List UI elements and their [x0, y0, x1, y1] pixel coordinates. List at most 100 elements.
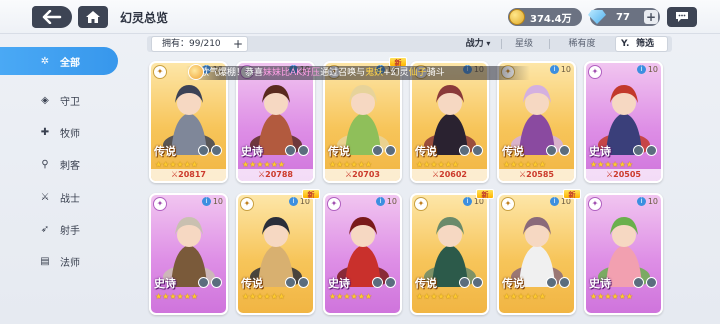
back-button[interactable] — [32, 6, 72, 28]
element-icon: ✦ — [240, 197, 254, 211]
star-rating: ★★★★★★ — [416, 160, 460, 169]
book-icon: ▤ — [40, 255, 50, 267]
marquee-tail: 骑斗 — [426, 68, 445, 78]
sort-power-tab[interactable]: 战力 — [463, 37, 493, 51]
star-rating: ★★★★★★ — [503, 292, 547, 301]
hero-card[interactable]: ✦ i 10 传说 ★★★★★★ — [236, 193, 315, 315]
skill-icon — [633, 277, 644, 288]
skill-icons — [633, 145, 657, 156]
marquee-player: 妹妹比AK好压 — [263, 68, 321, 78]
gold-counter[interactable]: 374.4万 — [508, 8, 582, 26]
element-icon: ✦ — [588, 65, 602, 79]
power-value: ⚔20703 — [325, 169, 400, 181]
skill-icon — [372, 277, 383, 288]
skill-icon — [298, 145, 309, 156]
sort-rarity-tab[interactable]: 稀有度 — [565, 37, 599, 51]
sidebar-item[interactable]: ✚ 牧师 — [0, 118, 118, 146]
skill-icons — [633, 277, 657, 288]
power-number: 20788 — [265, 170, 293, 179]
divider — [501, 39, 502, 49]
skill-icon — [459, 145, 470, 156]
bow-icon: ➶ — [40, 223, 50, 235]
skill-icon — [546, 277, 557, 288]
divider — [549, 39, 550, 49]
skill-icon — [298, 277, 309, 288]
power-number: 20817 — [178, 170, 206, 179]
marquee-hero: 仙子 — [408, 68, 427, 78]
power-value: ⚔20602 — [412, 169, 487, 181]
skill-icon — [372, 145, 383, 156]
power-value: ⚔20788 — [238, 169, 313, 181]
level-text: 10 — [212, 197, 223, 206]
gold-amount: 374.4万 — [530, 13, 572, 25]
power-number: 20602 — [439, 170, 467, 179]
sidebar-item[interactable]: ➶ 射手 — [0, 215, 118, 243]
level-badge: i10 — [549, 65, 571, 74]
star-rating: ★★★★★★ — [329, 292, 373, 301]
skill-icon — [385, 145, 396, 156]
sidebar-item-label: 守卫 — [60, 96, 80, 108]
rarity-label: 传说 — [328, 145, 350, 158]
sort-star-tab[interactable]: 星级 — [512, 37, 536, 51]
power-value: ⚔20585 — [499, 169, 574, 181]
power-value: ⚔20817 — [151, 169, 226, 181]
owned-count: 拥有：99/210 + — [151, 36, 248, 52]
power-number: 20505 — [613, 170, 641, 179]
home-button[interactable] — [78, 6, 108, 28]
rarity-label: 传说 — [241, 277, 263, 290]
marquee-prefix: 欧气爆棚！恭喜 — [200, 68, 264, 78]
power-number: 20585 — [526, 170, 554, 179]
power-value: ⚔20505 — [586, 169, 661, 181]
back-arrow-icon — [42, 10, 62, 24]
hero-card[interactable]: ✦ i 10 传说 ★★★★★★ — [497, 193, 576, 315]
level-badge: i10 — [636, 65, 658, 74]
filter-button[interactable]: Y. 筛选 — [615, 36, 668, 52]
element-icon: ✦ — [501, 197, 515, 211]
hero-card[interactable]: ✦ i 10 史诗 ★★★★★★ — [584, 193, 663, 315]
gem-icon — [588, 10, 606, 24]
hero-card[interactable]: ✦ i 10 史诗 ★★★★★★ — [323, 193, 402, 315]
rarity-label: 传说 — [502, 145, 524, 158]
new-badge: 新 — [476, 189, 494, 199]
hero-card[interactable]: ✦ i 10 传说 ★★★★★★ — [410, 193, 489, 315]
skill-icons — [459, 145, 483, 156]
sidebar-item[interactable]: ▤ 法师 — [0, 247, 118, 275]
chat-button[interactable] — [667, 7, 697, 27]
skill-icon — [285, 145, 296, 156]
gold-coin-icon — [509, 9, 525, 25]
add-gems-button[interactable]: + — [644, 10, 658, 24]
rarity-label: 传说 — [502, 277, 524, 290]
new-badge: 新 — [302, 189, 320, 199]
expand-capacity-button[interactable]: + — [233, 37, 243, 51]
skill-icon — [646, 277, 657, 288]
element-icon: ✦ — [327, 197, 341, 211]
hero-card[interactable]: ✦ i 10 史诗 ★★★★★★ ⚔20505 — [584, 61, 663, 183]
sidebar-item[interactable]: ◈ 守卫 — [0, 86, 118, 114]
info-icon: i — [549, 197, 559, 206]
sidebar-item[interactable]: ⚲ 刺客 — [0, 150, 118, 178]
skill-icon — [198, 145, 209, 156]
element-icon: ✦ — [153, 65, 167, 79]
marquee-middle: 通过召唤与 — [320, 68, 366, 78]
sidebar-item-label: 战士 — [60, 193, 80, 205]
star-rating: ★★★★★★ — [155, 160, 199, 169]
skill-icon — [211, 277, 222, 288]
rarity-label: 传说 — [154, 145, 176, 158]
element-icon: ✦ — [153, 197, 167, 211]
sidebar-item[interactable]: ✲ 全部 — [0, 47, 118, 75]
hero-card[interactable]: ✦ i 10 史诗 ★★★★★★ — [149, 193, 228, 315]
gem-counter[interactable]: 77 + — [588, 8, 660, 26]
element-icon: ✦ — [414, 197, 428, 211]
sidebar-item[interactable]: ⚔ 战士 — [0, 183, 118, 211]
rarity-label: 史诗 — [589, 277, 611, 290]
star-rating: ★★★★★★ — [155, 292, 199, 301]
rarity-label: 史诗 — [328, 277, 350, 290]
rarity-label: 传说 — [415, 145, 437, 158]
star-rating: ★★★★★★ — [590, 160, 634, 169]
rarity-label: 史诗 — [154, 277, 176, 290]
shield-icon: ◈ — [41, 94, 49, 106]
home-icon — [86, 11, 100, 23]
skill-icon — [198, 277, 209, 288]
level-badge: i10 — [636, 197, 658, 206]
info-icon: i — [201, 197, 211, 206]
